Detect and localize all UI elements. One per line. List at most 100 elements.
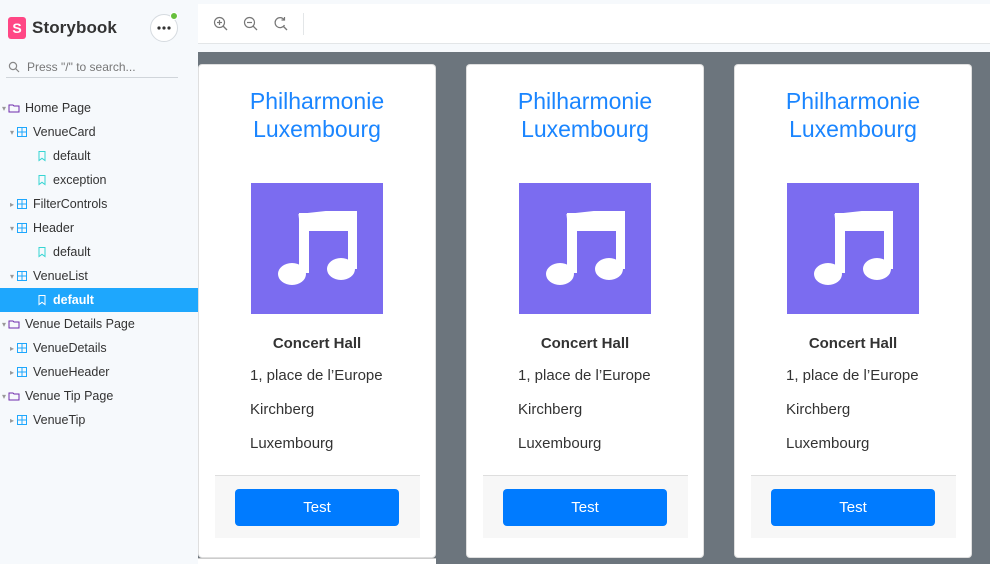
status-indicator	[170, 12, 178, 20]
sidebar-item-label: VenueCard	[33, 125, 96, 139]
component-icon	[17, 343, 27, 353]
story-tree: ▾ Home Page ▾ VenueCard default exceptio…	[0, 96, 198, 432]
component-icon	[17, 199, 27, 209]
venue-city: Luxembourg	[250, 435, 334, 452]
chevron-right-icon: ▸	[9, 343, 14, 353]
sidebar-story-header-default[interactable]: default	[0, 240, 198, 264]
music-note-icon	[814, 210, 893, 285]
sidebar-item-venuetip[interactable]: ▸ VenueTip	[0, 408, 198, 432]
canvas-toolbar	[198, 4, 990, 44]
sidebar-item-label: default	[53, 245, 91, 259]
zoom-out-icon	[243, 16, 257, 31]
bookmark-icon	[38, 247, 46, 258]
venue-city: Luxembourg	[518, 435, 602, 452]
venue-image	[519, 183, 651, 314]
component-icon	[17, 271, 27, 281]
venue-address: 1, place de l’Europe	[786, 367, 919, 384]
sidebar-item-label: VenueHeader	[33, 365, 110, 379]
sidebar-item-label: exception	[53, 173, 107, 187]
venue-title[interactable]: Philharmonie Luxembourg	[467, 87, 703, 143]
venue-type: Concert Hall	[540, 335, 630, 352]
sidebar-item-venuelist[interactable]: ▾ VenueList	[0, 264, 198, 288]
zoom-reset-button[interactable]	[269, 13, 291, 35]
toolbar-divider	[303, 12, 304, 35]
chevron-down-icon: ▾	[1, 391, 6, 401]
chevron-down-icon: ▾	[1, 103, 6, 113]
venue-district: Kirchberg	[250, 401, 315, 418]
music-note-icon	[278, 210, 357, 285]
chevron-right-icon: ▸	[9, 199, 14, 209]
venue-district: Kirchberg	[786, 401, 851, 418]
sidebar-group-venue-details-page[interactable]: ▾ Venue Details Page	[0, 312, 198, 336]
zoom-reset-icon	[274, 17, 287, 31]
component-icon	[17, 367, 27, 377]
bookmark-icon	[38, 295, 46, 306]
chevron-down-icon: ▾	[9, 127, 14, 137]
chevron-right-icon: ▸	[9, 367, 14, 377]
test-button[interactable]: Test	[235, 489, 399, 526]
chevron-down-icon: ▾	[1, 319, 6, 329]
sidebar-item-filtercontrols[interactable]: ▸ FilterControls	[0, 192, 198, 216]
test-button[interactable]: Test	[771, 489, 935, 526]
venue-image	[787, 183, 919, 314]
card-footer: Test	[483, 475, 688, 538]
story-preview-canvas: Philharmonie Luxembourg Concert Hall 1, …	[198, 52, 990, 564]
more-horizontal-icon	[157, 26, 171, 30]
search-box[interactable]	[6, 56, 178, 78]
test-button[interactable]: Test	[503, 489, 667, 526]
sidebar-item-venuedetails[interactable]: ▸ VenueDetails	[0, 336, 198, 360]
sidebar-item-label: default	[53, 149, 91, 163]
search-input[interactable]	[27, 59, 177, 74]
sidebar-item-label: VenueTip	[33, 413, 86, 427]
sidebar-story-venuecard-default[interactable]: default	[0, 144, 198, 168]
sidebar-item-label: FilterControls	[33, 197, 108, 211]
card-footer: Test	[751, 475, 956, 538]
sidebar-story-venuecard-exception[interactable]: exception	[0, 168, 198, 192]
music-note-icon	[546, 210, 625, 285]
folder-icon	[8, 104, 20, 113]
venue-card: Philharmonie Luxembourg Concert Hall 1, …	[734, 64, 972, 558]
venue-type: Concert Hall	[808, 335, 898, 352]
component-icon	[17, 223, 27, 233]
venue-district: Kirchberg	[518, 401, 583, 418]
storybook-logo-icon: S	[8, 17, 26, 39]
zoom-out-button[interactable]	[239, 13, 261, 35]
sidebar-item-label: VenueDetails	[33, 341, 107, 355]
venue-address: 1, place de l’Europe	[518, 367, 651, 384]
venue-card: Philharmonie Luxembourg Concert Hall 1, …	[466, 64, 704, 558]
sidebar-item-label: default	[53, 293, 94, 307]
sidebar: S Storybook ▾ Home Page ▾ VenueCard defa…	[0, 0, 198, 564]
search-icon	[8, 61, 20, 72]
chevron-down-icon: ▾	[9, 223, 14, 233]
venue-address: 1, place de l’Europe	[250, 367, 383, 384]
sidebar-item-label: Header	[33, 221, 74, 235]
sidebar-item-header[interactable]: ▾ Header	[0, 216, 198, 240]
sidebar-group-home-page[interactable]: ▾ Home Page	[0, 96, 198, 120]
bookmark-icon	[38, 151, 46, 162]
zoom-in-icon	[213, 16, 227, 31]
chevron-down-icon: ▾	[9, 271, 14, 281]
venue-image	[251, 183, 383, 314]
component-icon	[17, 415, 27, 425]
sidebar-item-venuecard[interactable]: ▾ VenueCard	[0, 120, 198, 144]
venue-card: Philharmonie Luxembourg Concert Hall 1, …	[198, 64, 436, 558]
sidebar-story-venuelist-default[interactable]: default	[0, 288, 198, 312]
sidebar-group-venue-tip-page[interactable]: ▾ Venue Tip Page	[0, 384, 198, 408]
venue-city: Luxembourg	[786, 435, 870, 452]
venue-title[interactable]: Philharmonie Luxembourg	[735, 87, 971, 143]
next-card-edge	[198, 558, 436, 564]
sidebar-item-label: VenueList	[33, 269, 88, 283]
sidebar-item-label: Home Page	[25, 101, 92, 115]
bookmark-icon	[38, 175, 46, 186]
app-title: Storybook	[32, 18, 117, 37]
zoom-in-button[interactable]	[209, 13, 231, 35]
sidebar-item-venueheader[interactable]: ▸ VenueHeader	[0, 360, 198, 384]
venue-type: Concert Hall	[272, 335, 362, 352]
card-footer: Test	[215, 475, 420, 538]
storybook-brand[interactable]: S Storybook	[8, 17, 117, 39]
folder-icon	[8, 320, 20, 329]
sidebar-item-label: Venue Details Page	[25, 317, 135, 331]
sidebar-item-label: Venue Tip Page	[25, 389, 114, 403]
venue-title[interactable]: Philharmonie Luxembourg	[199, 87, 435, 143]
component-icon	[17, 127, 27, 137]
